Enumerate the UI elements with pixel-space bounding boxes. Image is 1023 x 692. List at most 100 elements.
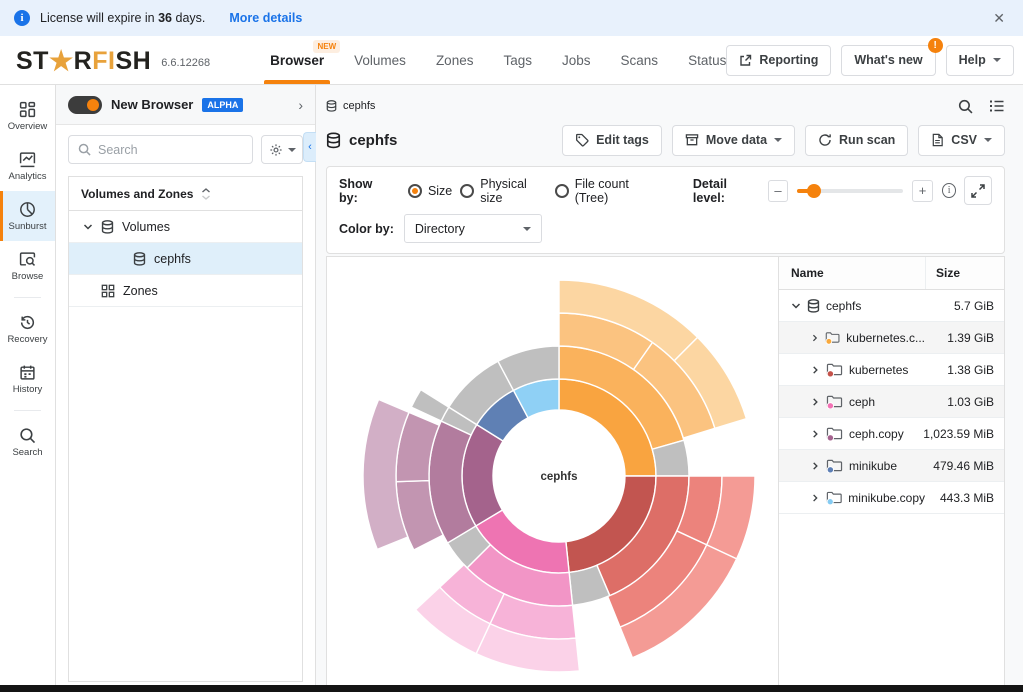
row-name: cephfs <box>826 299 861 313</box>
tab-scans[interactable]: Scans <box>621 36 659 84</box>
radio-dot-icon <box>555 184 569 198</box>
sidebar-item-history[interactable]: History <box>0 354 55 404</box>
tree-item-label: Zones <box>123 284 158 298</box>
banner-close-icon[interactable]: ✕ <box>989 10 1009 27</box>
tab-status[interactable]: Status <box>688 36 726 84</box>
sidebar-item-analytics[interactable]: Analytics <box>0 141 55 191</box>
slider-thumb[interactable] <box>807 184 821 198</box>
reporting-button[interactable]: Reporting <box>726 45 831 76</box>
button-label: CSV <box>951 133 977 147</box>
row-name: minikube <box>849 459 897 473</box>
volumes-zones-card: Volumes and Zones Volumescephfs Zones <box>68 176 303 682</box>
sidebar-item-label: Recovery <box>7 334 47 345</box>
detail-minus-button[interactable]: – <box>768 180 789 202</box>
sidebar-item-overview[interactable]: Overview <box>0 91 55 141</box>
detail-level-slider[interactable] <box>797 189 903 193</box>
search-icon[interactable] <box>958 99 973 114</box>
row-size: 1.39 GiB <box>926 322 1004 353</box>
table-row-minikube-copy[interactable]: minikube.copy443.3 MiB <box>779 482 1004 514</box>
tree-header-label: Volumes and Zones <box>81 187 193 201</box>
sunburst-center-label: cephfs <box>540 471 577 483</box>
table-row-cephfs[interactable]: cephfs5.7 GiB <box>779 290 1004 322</box>
sidebar-item-recovery[interactable]: Recovery <box>0 304 55 354</box>
breadcrumb-item[interactable]: cephfs <box>343 100 375 112</box>
tree-settings-button[interactable] <box>261 135 303 164</box>
table-row-ceph[interactable]: ceph1.03 GiB <box>779 386 1004 418</box>
table-row-minikube[interactable]: minikube479.46 MiB <box>779 450 1004 482</box>
folder-icon <box>826 362 843 377</box>
gear-icon <box>269 143 283 157</box>
panel-collapse-button[interactable]: ‹ <box>303 132 316 162</box>
tab-zones[interactable]: Zones <box>436 36 474 84</box>
sunburst-chart[interactable]: cephfs <box>327 257 778 692</box>
app-header: ST★RFISH 6.6.12268 BrowserNEWVolumesZone… <box>0 36 1023 85</box>
sidebar-item-browse[interactable]: Browse <box>0 241 55 291</box>
fullscreen-button[interactable] <box>964 176 992 205</box>
sidebar-item-search[interactable]: Search <box>0 417 55 467</box>
radio-dot-icon <box>408 184 422 198</box>
radio-label: Size <box>428 184 452 198</box>
row-name: kubernetes <box>849 363 908 377</box>
sidebar-item-sunburst[interactable]: Sunburst <box>0 191 55 241</box>
size-table: Name Size cephfs5.7 GiBkubernetes.c...1.… <box>778 257 1004 692</box>
chevron-down-icon <box>993 58 1001 62</box>
database-icon <box>326 100 337 112</box>
chart-controls: Show by: Size Physical size File count (Tr… <box>326 166 1005 254</box>
folder-icon <box>826 394 843 409</box>
column-name[interactable]: Name <box>779 257 926 289</box>
tree-item-volumes[interactable]: Volumes <box>69 211 302 243</box>
tab-volumes[interactable]: Volumes <box>354 36 406 84</box>
tab-browser[interactable]: BrowserNEW <box>270 36 324 84</box>
tree-item-zones[interactable]: Zones <box>69 275 302 307</box>
tab-jobs[interactable]: Jobs <box>562 36 591 84</box>
list-view-icon[interactable] <box>989 99 1005 113</box>
tree-search-box[interactable] <box>68 135 253 164</box>
table-row-kubernetes[interactable]: kubernetes 1.38 GiB <box>779 354 1004 386</box>
search-icon <box>19 427 36 444</box>
info-icon[interactable]: i <box>942 183 956 198</box>
new-browser-toggle[interactable] <box>68 96 102 114</box>
tree-search-input[interactable] <box>98 143 243 157</box>
new-browser-bar: New Browser ALPHA › <box>56 85 315 125</box>
left-nav-rail: Overview Analytics SunburstBrowse Recovery H… <box>0 85 56 692</box>
edit-tags-button[interactable]: Edit tags <box>562 125 662 156</box>
button-label: Run scan <box>839 133 895 147</box>
more-details-link[interactable]: More details <box>229 11 302 25</box>
row-size: 1.03 GiB <box>926 386 1004 417</box>
chevron-right-icon[interactable]: › <box>298 97 303 113</box>
breadcrumb: cephfs <box>326 94 1005 118</box>
radio-dot-icon <box>460 184 474 198</box>
radio-physical-size[interactable]: Physical size <box>460 177 546 205</box>
folder-icon <box>826 490 843 505</box>
history-calendar-icon <box>19 364 36 381</box>
radio-file-count-tree[interactable]: File count (Tree) <box>555 177 659 205</box>
help-button[interactable]: Help <box>946 45 1014 76</box>
chevron-down-icon <box>288 148 296 152</box>
csv-button[interactable]: CSV <box>918 125 1005 156</box>
sort-unfold-icon[interactable] <box>201 188 211 200</box>
folder-icon <box>826 426 843 441</box>
color-by-value: Directory <box>415 222 465 236</box>
search-icon <box>78 143 91 156</box>
page-title: cephfs <box>349 132 397 149</box>
starfish-logo: ST★RFISH <box>16 45 151 76</box>
tab-tags[interactable]: Tags <box>503 36 532 84</box>
radio-size[interactable]: Size <box>408 184 452 198</box>
whats-new-button[interactable]: What's new <box>841 45 935 76</box>
radio-label: Physical size <box>480 177 546 205</box>
move-data-button[interactable]: Move data <box>672 125 795 156</box>
table-row-kubernetes-c[interactable]: kubernetes.c...1.39 GiB <box>779 322 1004 354</box>
row-name: minikube.copy <box>848 491 925 505</box>
column-size[interactable]: Size <box>926 257 1004 289</box>
table-row-ceph-copy[interactable]: ceph.copy1,023.59 MiB <box>779 418 1004 450</box>
show-by-label: Show by: <box>339 177 392 205</box>
detail-plus-button[interactable]: + <box>912 180 933 202</box>
main-nav-tabs: BrowserNEW Volumes Zones Tags Jobs Scans Statu… <box>270 36 726 84</box>
row-size: 443.3 MiB <box>926 482 1004 513</box>
run-scan-button[interactable]: Run scan <box>805 125 908 156</box>
sidebar-item-label: Analytics <box>8 171 46 182</box>
color-by-select[interactable]: Directory <box>404 214 542 243</box>
row-size: 1.38 GiB <box>926 354 1004 385</box>
tree-item-cephfs[interactable]: cephfs <box>69 243 302 275</box>
new-browser-label: New Browser <box>111 97 193 112</box>
